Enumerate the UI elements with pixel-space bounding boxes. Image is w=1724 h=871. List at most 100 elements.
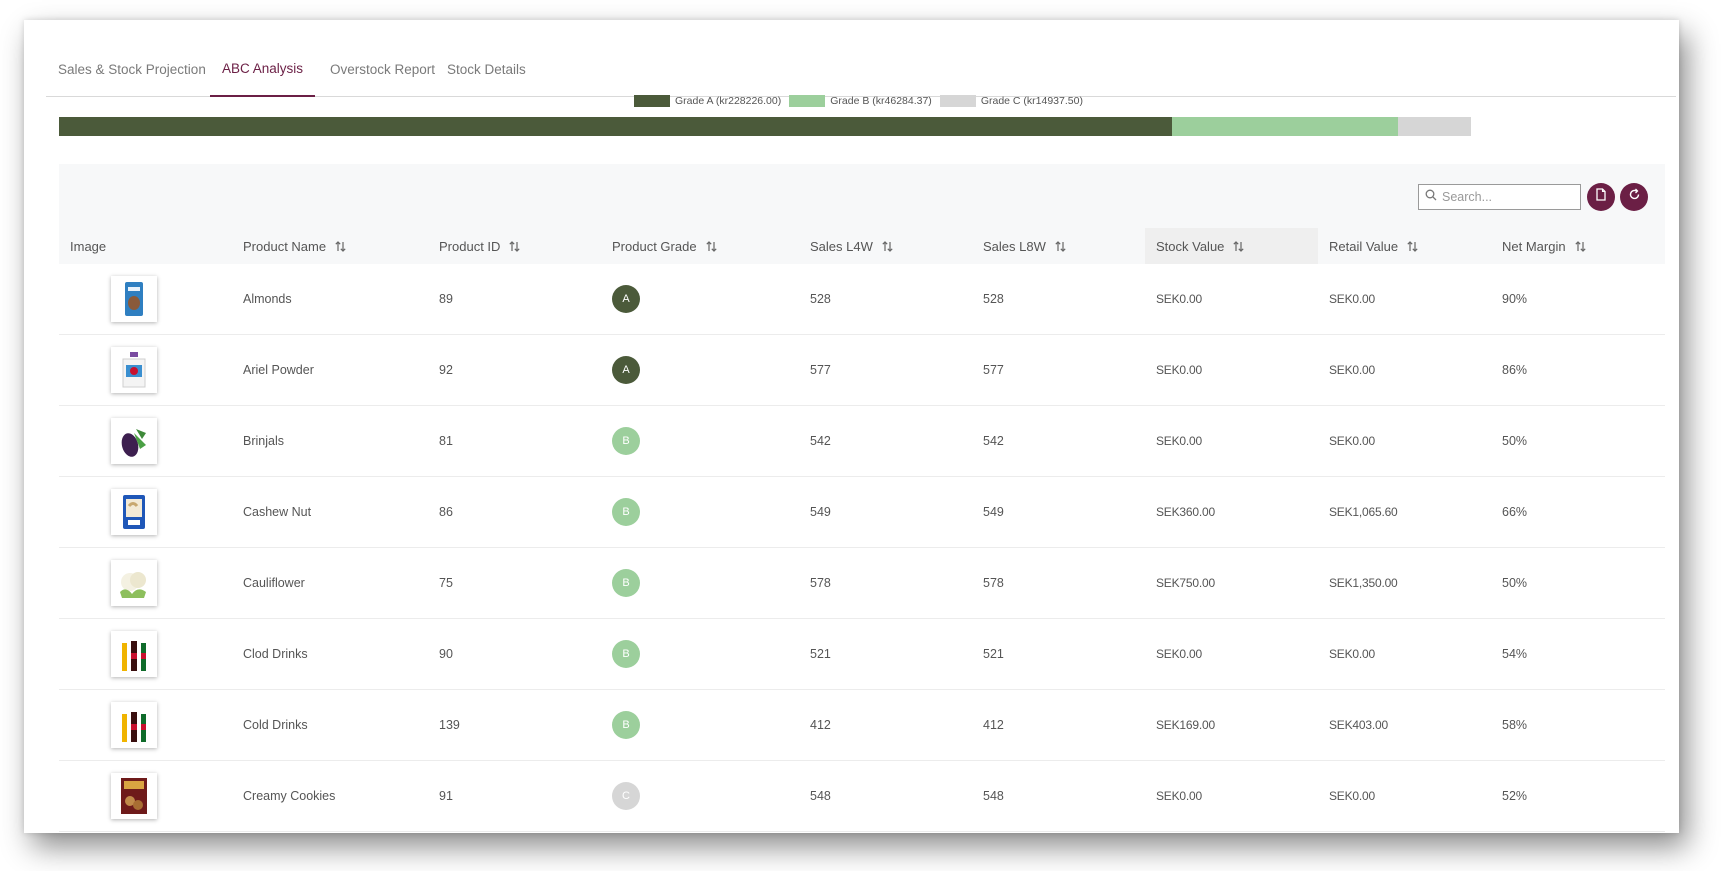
- cell-sales-l4w: 412: [799, 690, 972, 760]
- cell-text: 412: [810, 718, 831, 732]
- cell-retail-value: SEK0.00: [1318, 335, 1491, 405]
- column-header-label: Retail Value: [1329, 238, 1399, 254]
- cell-stock-value: SEK0.00: [1145, 264, 1318, 334]
- cell-sales-l4w: 528: [799, 264, 972, 334]
- legend-item-grade-b[interactable]: Grade B (kr46284.37): [789, 95, 932, 107]
- cell-product-name: Cold Drinks: [232, 690, 428, 760]
- cell-product-name: Creamy Cookies: [232, 761, 428, 831]
- column-header-retail-value[interactable]: Retail Value: [1318, 228, 1491, 264]
- product-thumbnail: [111, 347, 157, 393]
- table-row[interactable]: Ariel Powder 92 A 577 577 SEK0.00 SEK0.00 86%: [59, 335, 1665, 406]
- product-thumbnail: [111, 560, 157, 606]
- cell-text: SEK0.00: [1329, 292, 1375, 306]
- table-row[interactable]: Cashew Nut 86 B 549 549 SEK360.00 SEK1,065.60 6…: [59, 477, 1665, 548]
- cell-product-id: 81: [428, 406, 601, 476]
- column-header-product-grade[interactable]: Product Grade: [601, 228, 799, 264]
- legend-label-grade-a: Grade A (kr228226.00): [675, 95, 782, 107]
- cell-text: 528: [810, 292, 831, 306]
- column-header-stock-value[interactable]: Stock Value: [1145, 228, 1318, 264]
- cell-net-margin: 86%: [1491, 335, 1665, 405]
- cell-text: SEK0.00: [1156, 789, 1202, 803]
- cell-net-margin: 58%: [1491, 690, 1665, 760]
- table-row[interactable]: Almonds 89 A 528 528 SEK0.00 SEK0.00 90%: [59, 264, 1665, 335]
- cell-retail-value: SEK0.00: [1318, 406, 1491, 476]
- refresh-button[interactable]: [1620, 183, 1648, 211]
- search-input[interactable]: [1442, 190, 1572, 204]
- sort-icon[interactable]: [1232, 240, 1245, 253]
- table-header: Image Product Name Product ID Product Grade…: [59, 228, 1665, 264]
- sort-icon[interactable]: [334, 240, 347, 253]
- cell-product-grade: B: [601, 406, 799, 476]
- export-file-button[interactable]: [1587, 183, 1615, 211]
- cell-sales-l8w: 542: [972, 406, 1145, 476]
- sort-icon[interactable]: [881, 240, 894, 253]
- cell-text: 92: [439, 363, 453, 377]
- cell-product-id: 139: [428, 690, 601, 760]
- grade-badge: B: [612, 711, 640, 739]
- column-header-net-margin[interactable]: Net Margin: [1491, 228, 1665, 264]
- stacked-bar-segment-grade-c[interactable]: [1398, 117, 1471, 136]
- grade-stacked-bar: [59, 117, 1471, 136]
- tab-label: Overstock Report: [330, 62, 436, 77]
- tab-label: Stock Details: [447, 62, 526, 77]
- grade-badge: B: [612, 640, 640, 668]
- cell-text: 549: [810, 505, 831, 519]
- table-row[interactable]: Creamy Cookies 91 C 548 548 SEK0.00 SEK0.00 52%: [59, 761, 1665, 832]
- legend-item-grade-a[interactable]: Grade A (kr228226.00): [634, 95, 781, 107]
- cell-sales-l4w: 577: [799, 335, 972, 405]
- cell-product-grade: B: [601, 619, 799, 689]
- legend-item-grade-c[interactable]: Grade C (kr14937.50): [939, 95, 1083, 107]
- cell-retail-value: SEK0.00: [1318, 264, 1491, 334]
- cell-text: Ariel Powder: [243, 363, 314, 377]
- table-row[interactable]: Cauliflower 75 B 578 578 SEK750.00 SEK1,350.00…: [59, 548, 1665, 619]
- table-row[interactable]: Cold Drinks 139 B 412 412 SEK169.00 SEK403.00 5…: [59, 690, 1665, 761]
- cell-text: SEK403.00: [1329, 718, 1388, 732]
- cell-net-margin: 50%: [1491, 548, 1665, 618]
- cell-text: SEK0.00: [1156, 292, 1202, 306]
- tab-label: Sales & Stock Projection: [58, 62, 206, 77]
- column-header-label: Image: [70, 238, 107, 254]
- cell-stock-value: SEK0.00: [1145, 406, 1318, 476]
- cell-sales-l4w: 578: [799, 548, 972, 618]
- sort-icon[interactable]: [1054, 240, 1067, 253]
- sort-icon[interactable]: [1406, 240, 1419, 253]
- column-header-sales-l4w[interactable]: Sales L4W: [799, 228, 972, 264]
- tab-sales-stock-projection[interactable]: Sales & Stock Projection: [46, 42, 218, 97]
- sort-icon[interactable]: [705, 240, 718, 253]
- column-header-product-id[interactable]: Product ID: [428, 228, 601, 264]
- search-field[interactable]: [1418, 184, 1581, 210]
- cell-sales-l8w: 521: [972, 619, 1145, 689]
- cell-text: 90: [439, 647, 453, 661]
- cell-product-id: 90: [428, 619, 601, 689]
- sort-icon[interactable]: [1574, 240, 1587, 253]
- cell-net-margin: 66%: [1491, 477, 1665, 547]
- tab-stock-details[interactable]: Stock Details: [435, 42, 538, 97]
- legend-swatch-grade-a: [634, 95, 670, 107]
- cell-image: [59, 761, 232, 831]
- stacked-bar-segment-grade-b[interactable]: [1172, 117, 1399, 136]
- sort-icon[interactable]: [508, 240, 521, 253]
- cell-text: SEK0.00: [1156, 647, 1202, 661]
- cell-text: SEK360.00: [1156, 505, 1215, 519]
- table-body: Almonds 89 A 528 528 SEK0.00 SEK0.00 90% Ariel P…: [59, 264, 1665, 832]
- column-header-sales-l8w[interactable]: Sales L8W: [972, 228, 1145, 264]
- product-thumbnail: [111, 418, 157, 464]
- table-row[interactable]: Clod Drinks 90 B 521 521 SEK0.00 SEK0.00 54%: [59, 619, 1665, 690]
- cell-product-grade: B: [601, 690, 799, 760]
- cell-sales-l8w: 528: [972, 264, 1145, 334]
- cell-product-id: 86: [428, 477, 601, 547]
- column-header-product-name[interactable]: Product Name: [232, 228, 428, 264]
- cell-text: 89: [439, 292, 453, 306]
- cell-image: [59, 690, 232, 760]
- cell-stock-value: SEK0.00: [1145, 619, 1318, 689]
- cell-text: 528: [983, 292, 1004, 306]
- tab-overstock-report[interactable]: Overstock Report: [318, 42, 447, 97]
- cell-text: Brinjals: [243, 434, 284, 448]
- cell-text: 578: [983, 576, 1004, 590]
- stacked-bar-segment-grade-a[interactable]: [59, 117, 1173, 136]
- tab-abc-analysis[interactable]: ABC Analysis: [210, 42, 316, 97]
- legend-swatch-grade-c: [939, 95, 976, 107]
- cell-text: Clod Drinks: [243, 647, 308, 661]
- cell-text: 578: [810, 576, 831, 590]
- table-row[interactable]: Brinjals 81 B 542 542 SEK0.00 SEK0.00 50%: [59, 406, 1665, 477]
